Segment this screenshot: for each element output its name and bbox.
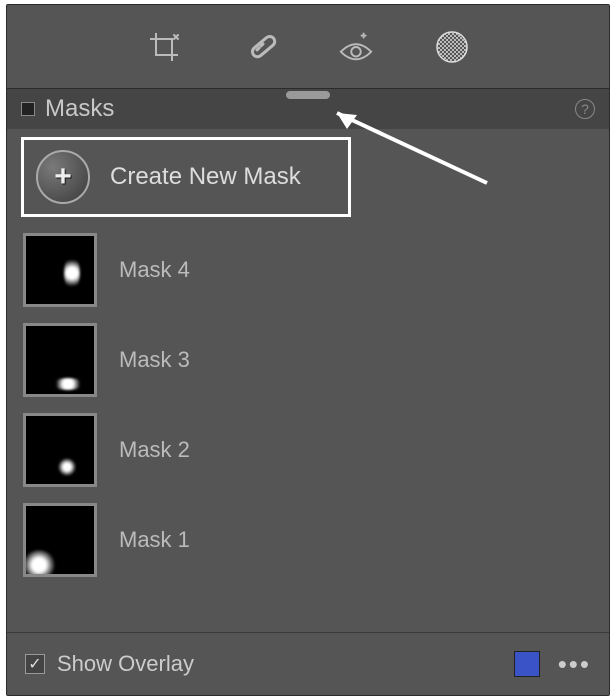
more-options-icon[interactable]: •••: [558, 659, 591, 669]
mask-thumbnail: [23, 413, 97, 487]
plus-icon: +: [36, 150, 90, 204]
mask-item[interactable]: Mask 3: [21, 315, 595, 405]
create-new-mask-button[interactable]: + Create New Mask: [21, 137, 351, 217]
panel-collapse-toggle[interactable]: [21, 102, 35, 116]
panel-title: Masks: [45, 95, 114, 123]
mask-item[interactable]: Mask 1: [21, 495, 595, 585]
show-overlay-label: Show Overlay: [57, 651, 514, 677]
mask-item[interactable]: Mask 4: [21, 225, 595, 315]
panel-footer: ✓ Show Overlay •••: [7, 633, 609, 695]
help-icon[interactable]: ?: [575, 99, 595, 119]
mask-label: Mask 2: [119, 437, 190, 463]
drag-handle[interactable]: [286, 91, 330, 99]
masking-tool-icon[interactable]: [433, 28, 471, 66]
overlay-color-swatch[interactable]: [514, 651, 540, 677]
panel-body: + Create New Mask Mask 4 Mask 3 Mask 2: [7, 129, 609, 585]
mask-label: Mask 3: [119, 347, 190, 373]
mask-thumbnail: [23, 323, 97, 397]
toolbar: [7, 5, 609, 89]
panel-header: Masks ?: [7, 89, 609, 129]
red-eye-tool-icon[interactable]: [337, 28, 375, 66]
mask-label: Mask 4: [119, 257, 190, 283]
mask-thumbnail: [23, 503, 97, 577]
masks-panel: Masks ? + Create New Mask Mask 4 Mask 3: [6, 4, 610, 696]
crop-tool-icon[interactable]: [145, 28, 183, 66]
mask-thumbnail: [23, 233, 97, 307]
mask-item[interactable]: Mask 2: [21, 405, 595, 495]
create-new-label: Create New Mask: [110, 163, 301, 191]
healing-tool-icon[interactable]: [241, 28, 279, 66]
mask-label: Mask 1: [119, 527, 190, 553]
show-overlay-checkbox[interactable]: ✓: [25, 654, 45, 674]
